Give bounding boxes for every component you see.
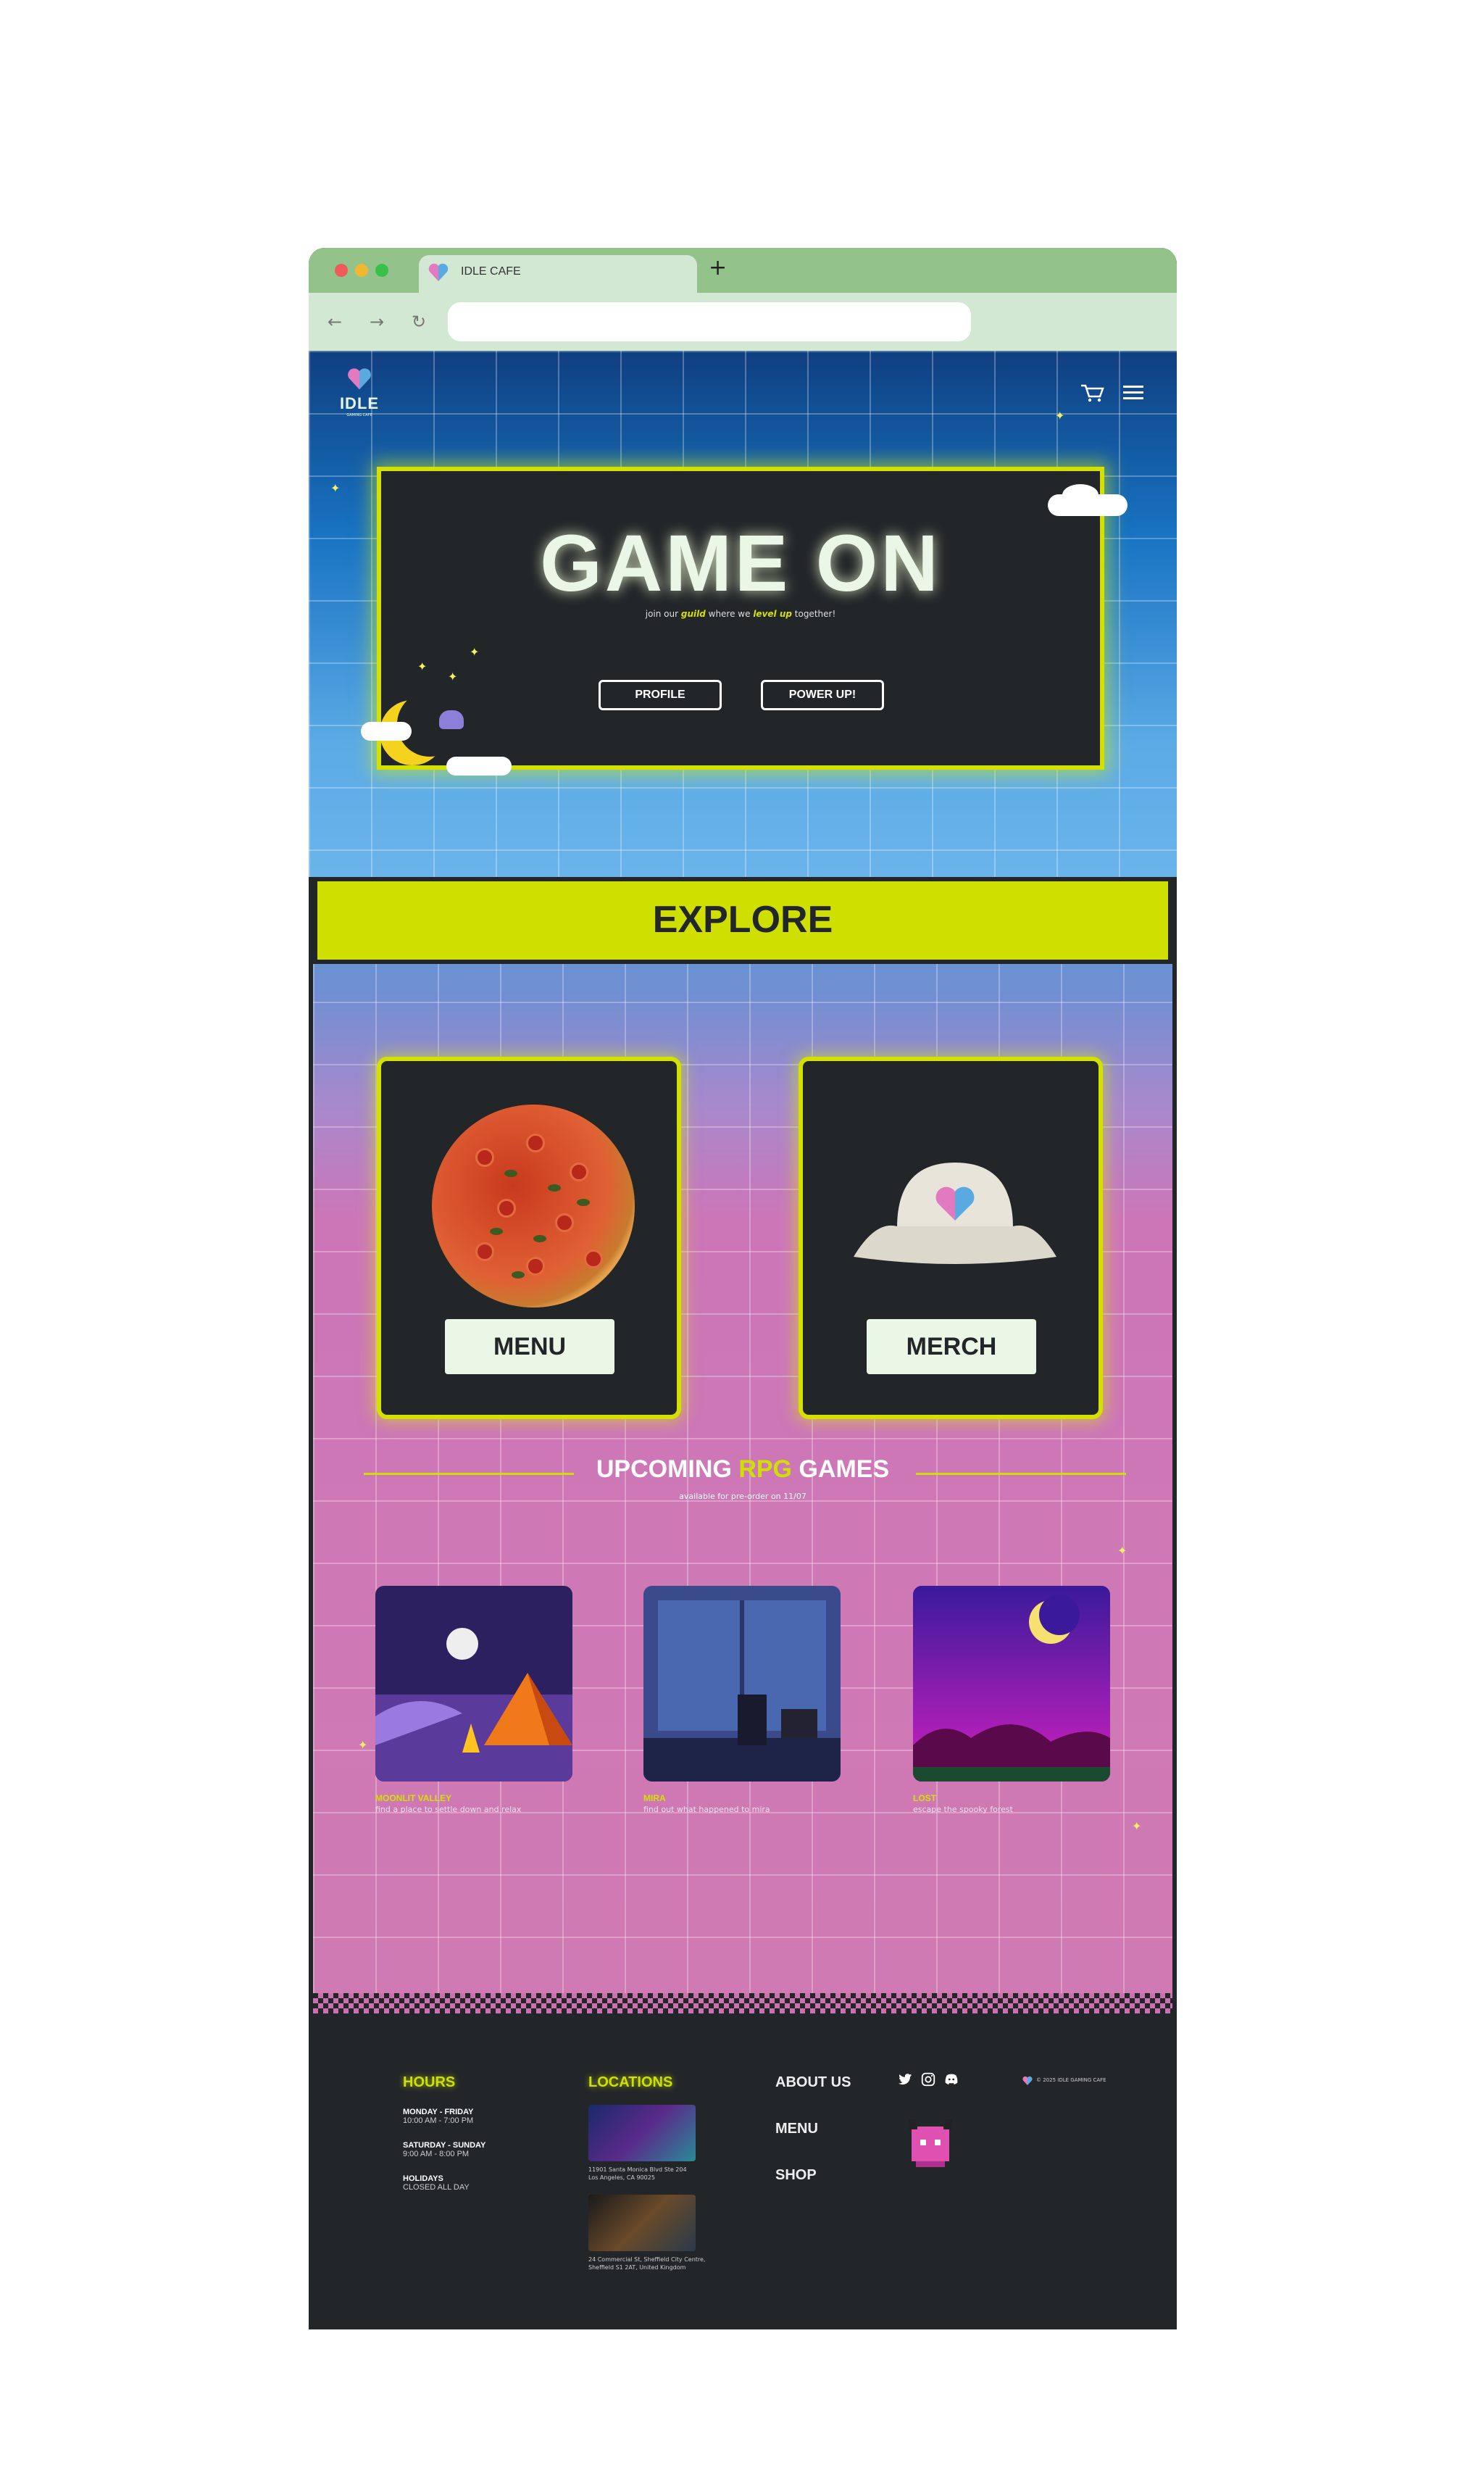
cloud (361, 722, 412, 741)
site-logo[interactable]: IDLE GAMING CAFE (338, 367, 381, 425)
upcoming-title: UPCOMING RPG GAMES (596, 1455, 890, 1483)
pixel-creature-icon (909, 2119, 952, 2167)
tab-bar: IDLE CAFE + (309, 248, 1177, 293)
game-name: MIRA (643, 1793, 666, 1803)
power-up-button[interactable]: POWER UP! (761, 680, 884, 710)
footer-link-menu[interactable]: MENU (775, 2121, 818, 2137)
heart-controller-icon (348, 368, 371, 390)
grid-background (313, 877, 1172, 2013)
explore-banner: EXPLORE (313, 877, 1172, 964)
browser-window: IDLE CAFE + ← → ↻ IDLE GAMING CAFE ✦ ✦ ✦… (309, 248, 1177, 2329)
game-card-lost[interactable] (913, 1586, 1110, 1782)
spooky-forest-image (913, 1586, 1110, 1782)
forward-button[interactable]: → (370, 312, 384, 332)
game-description: escape the spooky forest (913, 1805, 1013, 1814)
hero-section: IDLE GAMING CAFE ✦ ✦ ✦ ✦ GAME ON join ou… (309, 351, 1177, 877)
address-bar-row: ← → ↻ (309, 293, 1177, 351)
menu-card[interactable]: MENU (377, 1057, 681, 1419)
sparkle-icon: ✦ (358, 1738, 368, 1752)
rainy-room-image (643, 1586, 841, 1782)
game-card-mira[interactable] (643, 1586, 841, 1782)
sparkle-icon: ✦ (1117, 1544, 1127, 1558)
sparkle-icon: ✦ (1055, 409, 1065, 423)
instagram-icon[interactable] (920, 2071, 936, 2087)
location-photo[interactable] (588, 2195, 696, 2251)
tab-title: IDLE CAFE (461, 265, 521, 278)
close-dot[interactable] (335, 264, 348, 277)
explore-title: EXPLORE (652, 899, 833, 941)
menu-button[interactable]: MENU (445, 1319, 614, 1374)
game-description: find a place to settle down and relax (375, 1805, 522, 1814)
hours-row: MONDAY - FRIDAY 10:00 AM - 7:00 PM (403, 2108, 474, 2125)
hero-panel: GAME ON join our guild where we level up… (377, 467, 1104, 770)
game-card-moonlit-valley[interactable] (375, 1586, 572, 1782)
hamburger-menu-icon[interactable] (1123, 386, 1143, 400)
maximize-dot[interactable] (375, 264, 388, 277)
cart-icon[interactable] (1080, 383, 1104, 403)
heart-controller-icon (428, 263, 449, 281)
hero-title: GAME ON (540, 519, 941, 608)
upcoming-subtitle: available for pre-order on 11/07 (679, 1492, 806, 1501)
hero-tagline: join our guild where we level up togethe… (645, 609, 836, 619)
locations-title: LOCATIONS (588, 2074, 673, 2090)
url-input[interactable] (448, 302, 971, 341)
sparkle-icon: ✦ (330, 481, 341, 495)
sparkle-icon: ✦ (470, 645, 480, 659)
reload-button[interactable]: ↻ (412, 312, 426, 332)
bucket-hat-image (854, 1163, 1056, 1264)
cloud (1062, 484, 1099, 506)
pixel-mouse (439, 710, 464, 729)
hours-row: SATURDAY - SUNDAY 9:00 AM - 8:00 PM (403, 2141, 486, 2158)
sparkle-icon: ✦ (417, 660, 428, 673)
new-tab-button[interactable]: + (709, 255, 727, 280)
campfire-tent-image (375, 1586, 572, 1782)
heart-controller-icon (1022, 2076, 1033, 2085)
cloud (446, 757, 512, 776)
copyright-text: © 2025 IDLE GAMING CAFE (1036, 2077, 1106, 2083)
logo-text: IDLE (339, 394, 380, 412)
checker-border (313, 1993, 1172, 2013)
game-name: MOONLIT VALLEY (375, 1793, 452, 1803)
profile-button[interactable]: PROFILE (599, 680, 722, 710)
footer-link-shop[interactable]: SHOP (775, 2167, 817, 2184)
browser-tab[interactable]: IDLE CAFE (419, 255, 697, 293)
twitter-icon[interactable] (897, 2071, 913, 2087)
logo-subtext: GAMING CAFE (346, 413, 372, 417)
merch-button[interactable]: MERCH (867, 1319, 1036, 1374)
footer-link-about[interactable]: ABOUT US (775, 2074, 851, 2091)
minimize-dot[interactable] (355, 264, 368, 277)
location-address: 24 Commercial St, Sheffield City Centre,… (588, 2256, 706, 2271)
footer: HOURS MONDAY - FRIDAY 10:00 AM - 7:00 PM … (309, 2013, 1177, 2329)
hours-title: HOURS (403, 2074, 456, 2090)
sparkle-icon: ✦ (448, 670, 458, 683)
discord-icon[interactable] (943, 2071, 959, 2087)
location-photo[interactable] (588, 2105, 696, 2161)
game-description: find out what happened to mira (643, 1805, 770, 1814)
back-button[interactable]: ← (328, 312, 342, 332)
location-address: 11901 Santa Monica Blvd Ste 204 Los Angel… (588, 2166, 687, 2181)
merch-card[interactable]: MERCH (799, 1057, 1103, 1419)
game-name: LOST (913, 1793, 936, 1803)
pizza-image (432, 1105, 635, 1308)
explore-section: EXPLORE MENU MERCH UPCOMING RPG GAMES av… (309, 877, 1177, 2013)
sparkle-icon: ✦ (1132, 1819, 1142, 1833)
hours-row: HOLIDAYS CLOSED ALL DAY (403, 2174, 470, 2192)
